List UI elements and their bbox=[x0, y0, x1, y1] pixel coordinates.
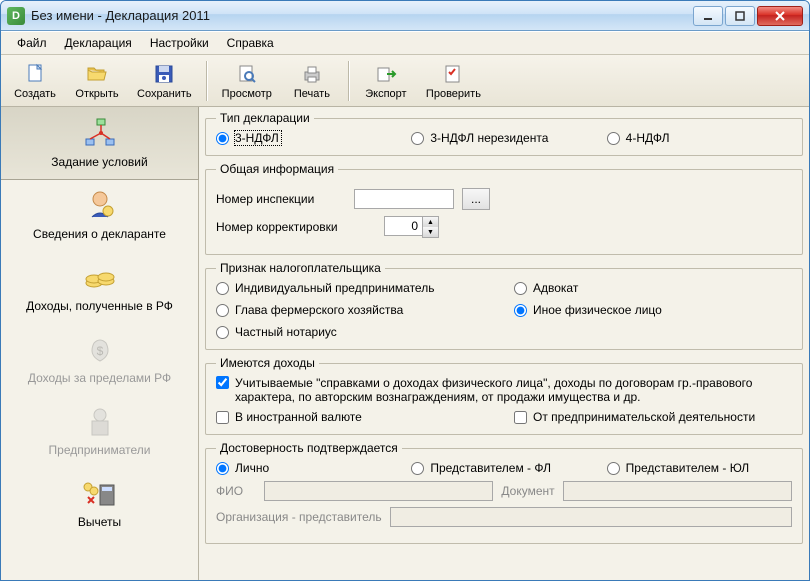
sidebar-item-declarant[interactable]: Сведения о декларанте bbox=[1, 179, 198, 251]
toolbar-verify[interactable]: Проверить bbox=[418, 60, 489, 102]
menu-declaration[interactable]: Декларация bbox=[57, 33, 140, 53]
radio-rep-ul[interactable]: Представителем - ЮЛ bbox=[607, 461, 792, 475]
fieldset-income: Имеются доходы Учитываемые "справками о … bbox=[205, 356, 803, 435]
maximize-button[interactable] bbox=[725, 6, 755, 26]
close-button[interactable] bbox=[757, 6, 803, 26]
checklist-icon bbox=[441, 62, 465, 86]
input-org bbox=[390, 507, 792, 527]
svg-text:$: $ bbox=[96, 344, 103, 358]
label-correction: Номер корректировки bbox=[216, 220, 376, 234]
content-area: Тип декларации 3-НДФЛ 3-НДФЛ нерезидента… bbox=[199, 107, 809, 580]
spinner-up[interactable]: ▲ bbox=[423, 217, 438, 227]
app-icon: D bbox=[7, 7, 25, 25]
printer-icon bbox=[300, 62, 324, 86]
window-buttons bbox=[693, 6, 803, 26]
browse-inspection-button[interactable]: ... bbox=[462, 188, 490, 210]
magnifier-page-icon bbox=[235, 62, 259, 86]
fieldset-taxpayer-sign: Признак налогоплательщика Индивидуальный… bbox=[205, 261, 803, 350]
sidebar-item-label: Вычеты bbox=[78, 515, 121, 529]
toolbar-export[interactable]: Экспорт bbox=[356, 60, 416, 102]
menu-settings[interactable]: Настройки bbox=[142, 33, 217, 53]
coins-icon bbox=[82, 259, 118, 295]
legend-general: Общая информация bbox=[216, 162, 338, 176]
check-foreign[interactable]: В иностранной валюте bbox=[216, 410, 494, 424]
sidebar-item-income-rf[interactable]: Доходы, полученные в РФ bbox=[1, 251, 198, 323]
legend-trust: Достоверность подтверждается bbox=[216, 441, 402, 455]
folder-open-icon bbox=[85, 62, 109, 86]
input-correction[interactable] bbox=[384, 216, 422, 236]
menu-help[interactable]: Справка bbox=[219, 33, 282, 53]
radio-rep-fl[interactable]: Представителем - ФЛ bbox=[411, 461, 596, 475]
radio-3ndfl-nonres[interactable]: 3-НДФЛ нерезидента bbox=[411, 131, 596, 145]
fieldset-trust: Достоверность подтверждается Лично Предс… bbox=[205, 441, 803, 544]
sidebar-item-deductions[interactable]: Вычеты bbox=[1, 467, 198, 539]
toolbar-separator bbox=[206, 61, 208, 101]
sidebar-item-income-abroad[interactable]: $ Доходы за пределами РФ bbox=[1, 323, 198, 395]
sidebar-item-entrepreneurs[interactable]: Предприниматели bbox=[1, 395, 198, 467]
label-doc: Документ bbox=[501, 484, 554, 498]
export-icon bbox=[374, 62, 398, 86]
legend-sign: Признак налогоплательщика bbox=[216, 261, 385, 275]
app-window: D Без имени - Декларация 2011 Файл Декла… bbox=[0, 0, 810, 581]
floppy-disk-icon bbox=[152, 62, 176, 86]
radio-4ndfl[interactable]: 4-НДФЛ bbox=[607, 131, 792, 145]
sidebar-item-conditions[interactable]: Задание условий bbox=[1, 107, 199, 180]
radio-farm[interactable]: Глава фермерского хозяйства bbox=[216, 303, 494, 317]
minimize-button[interactable] bbox=[693, 6, 723, 26]
toolbar-print[interactable]: Печать bbox=[282, 60, 342, 102]
calculator-icon bbox=[82, 475, 118, 511]
businessman-icon bbox=[82, 403, 118, 439]
sidebar-item-label: Задание условий bbox=[51, 155, 147, 169]
toolbar-create[interactable]: Создать bbox=[5, 60, 65, 102]
toolbar-save[interactable]: Сохранить bbox=[129, 60, 200, 102]
input-inspection[interactable] bbox=[354, 189, 454, 209]
legend-income: Имеются доходы bbox=[216, 356, 319, 370]
label-fio: ФИО bbox=[216, 484, 256, 498]
main-body: Задание условий Сведения о декларанте До… bbox=[1, 107, 809, 580]
titlebar: D Без имени - Декларация 2011 bbox=[1, 1, 809, 31]
toolbar-separator bbox=[348, 61, 350, 101]
radio-other[interactable]: Иное физическое лицо bbox=[514, 303, 792, 317]
person-icon bbox=[82, 187, 118, 223]
sidebar-item-label: Сведения о декларанте bbox=[33, 227, 166, 241]
toolbar-open[interactable]: Открыть bbox=[67, 60, 127, 102]
spinner-down[interactable]: ▼ bbox=[423, 227, 438, 237]
sidebar-item-label: Предприниматели bbox=[49, 443, 151, 457]
money-bag-icon: $ bbox=[82, 331, 118, 367]
radio-self[interactable]: Лично bbox=[216, 461, 401, 475]
sidebar-item-label: Доходы за пределами РФ bbox=[28, 371, 171, 385]
input-doc bbox=[563, 481, 792, 501]
sidebar: Задание условий Сведения о декларанте До… bbox=[1, 107, 199, 580]
fieldset-decl-type: Тип декларации 3-НДФЛ 3-НДФЛ нерезидента… bbox=[205, 111, 803, 156]
input-fio bbox=[264, 481, 493, 501]
radio-ip[interactable]: Индивидуальный предприниматель bbox=[216, 281, 494, 295]
toolbar-preview[interactable]: Просмотр bbox=[214, 60, 280, 102]
legend-decl-type: Тип декларации bbox=[216, 111, 314, 125]
radio-advokat[interactable]: Адвокат bbox=[514, 281, 792, 295]
label-inspection: Номер инспекции bbox=[216, 192, 346, 206]
file-new-icon bbox=[23, 62, 47, 86]
check-biz[interactable]: От предпринимательской деятельности bbox=[514, 410, 792, 424]
diagram-icon bbox=[82, 115, 118, 151]
radio-3ndfl[interactable]: 3-НДФЛ bbox=[216, 131, 401, 145]
stepper-correction: ▲ ▼ bbox=[384, 216, 439, 238]
radio-notary[interactable]: Частный нотариус bbox=[216, 325, 494, 339]
menubar: Файл Декларация Настройки Справка bbox=[1, 31, 809, 55]
menu-file[interactable]: Файл bbox=[9, 33, 55, 53]
sidebar-item-label: Доходы, полученные в РФ bbox=[26, 299, 173, 313]
label-org: Организация - представитель bbox=[216, 510, 382, 524]
fieldset-general: Общая информация Номер инспекции ... Ном… bbox=[205, 162, 803, 255]
toolbar: Создать Открыть Сохранить Просмотр Печат… bbox=[1, 55, 809, 107]
check-spravka[interactable]: Учитываемые "справками о доходах физичес… bbox=[216, 376, 792, 404]
window-title: Без имени - Декларация 2011 bbox=[31, 8, 693, 23]
